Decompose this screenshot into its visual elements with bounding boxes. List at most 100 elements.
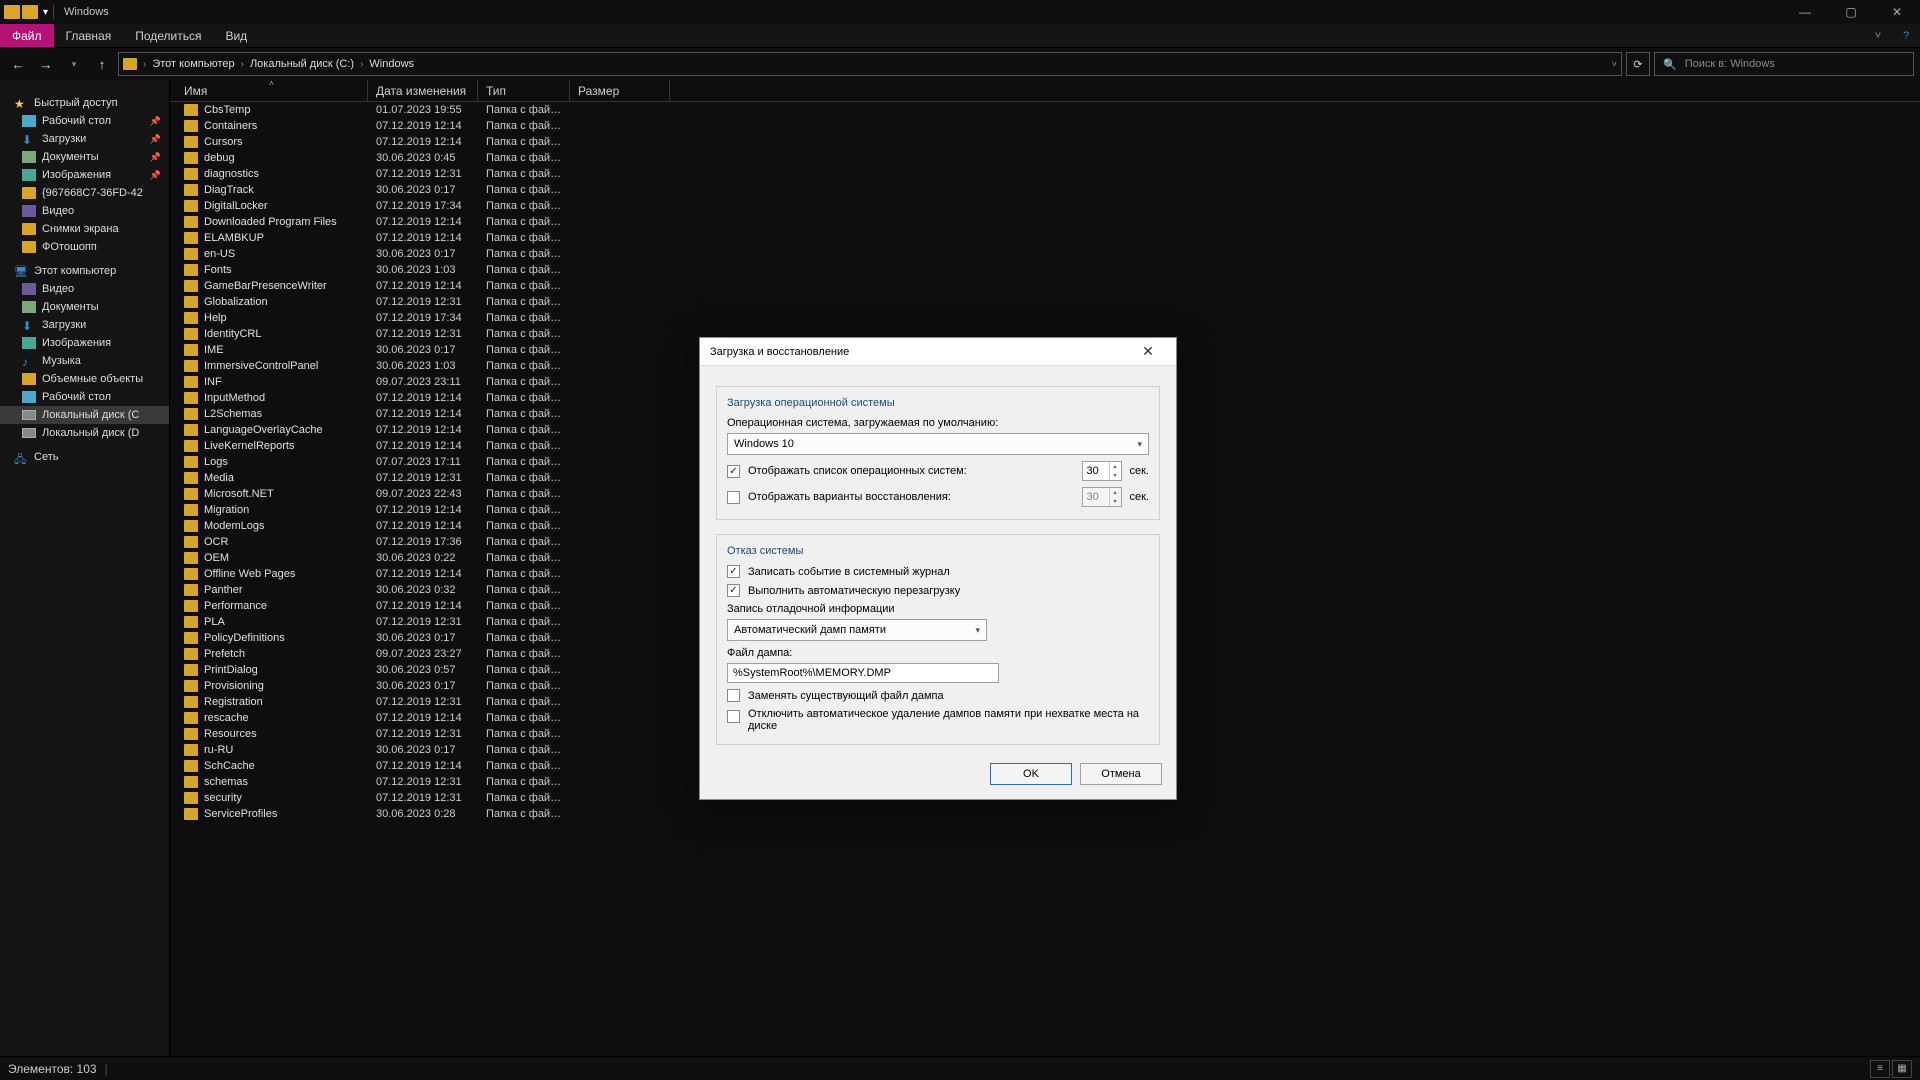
dl-icon: ⬇ (22, 133, 36, 145)
dump-file-label: Файл дампа: (727, 647, 792, 659)
ribbon-expand-icon[interactable]: ˅ (1864, 24, 1892, 47)
sidebar-item[interactable]: ♪Музыка (0, 352, 169, 370)
table-row[interactable]: debug30.06.2023 0:45Папка с файлами (170, 150, 1920, 166)
column-name[interactable]: ˄Имя (176, 80, 368, 101)
folder-icon (184, 440, 198, 452)
sidebar-item[interactable]: ⬇Загрузки (0, 316, 169, 334)
folder-icon (4, 5, 20, 19)
sidebar-item[interactable]: Видео (0, 280, 169, 298)
table-row[interactable]: en-US30.06.2023 0:17Папка с файлами (170, 246, 1920, 262)
breadcrumb[interactable]: Этот компьютер (152, 58, 234, 70)
sidebar-item[interactable]: Рабочий стол (0, 388, 169, 406)
folder-icon (184, 472, 198, 484)
icons-view-button[interactable]: ▦ (1892, 1060, 1912, 1078)
tab-home[interactable]: Главная (54, 24, 124, 47)
qat-dropdown-icon[interactable]: ▾ (40, 7, 51, 18)
maximize-button[interactable]: ▢ (1828, 0, 1874, 24)
sidebar-item[interactable]: ФОтошопп (0, 238, 169, 256)
sidebar-item[interactable]: Изображения📌 (0, 166, 169, 184)
folder-icon (184, 168, 198, 180)
refresh-button[interactable]: ⟳ (1626, 52, 1650, 76)
overwrite-dump-checkbox[interactable] (727, 689, 740, 702)
folder-icon (184, 360, 198, 372)
sidebar-item[interactable]: Объемные объекты (0, 370, 169, 388)
auto-restart-checkbox[interactable]: ✓ (727, 584, 740, 597)
breadcrumb[interactable]: Локальный диск (C:) (250, 58, 354, 70)
sidebar-item[interactable]: Локальный диск (C (0, 406, 169, 424)
default-os-select[interactable]: Windows 10 ▾ (727, 433, 1149, 455)
folder-icon (184, 312, 198, 324)
pin-icon: 📌 (150, 152, 161, 163)
cancel-button[interactable]: Отмена (1080, 763, 1162, 785)
chevron-down-icon: ▾ (975, 625, 980, 636)
forward-button[interactable]: → (34, 52, 58, 76)
sidebar-quick-access[interactable]: ★Быстрый доступ (0, 94, 169, 112)
chevron-down-icon[interactable]: ˅ (1612, 59, 1617, 69)
sidebar-item[interactable]: {967668C7-36FD-42 (0, 184, 169, 202)
folder-icon (184, 632, 198, 644)
sidebar-item[interactable]: Снимки экрана (0, 220, 169, 238)
folder-icon (184, 584, 198, 596)
table-row[interactable]: GameBarPresenceWriter07.12.2019 12:14Пап… (170, 278, 1920, 294)
table-row[interactable]: ELAMBKUP07.12.2019 12:14Папка с файлами (170, 230, 1920, 246)
table-row[interactable]: Fonts30.06.2023 1:03Папка с файлами (170, 262, 1920, 278)
folder-icon (184, 376, 198, 388)
tab-view[interactable]: Вид (213, 24, 259, 47)
folder-icon (184, 344, 198, 356)
window-title: Windows (54, 6, 109, 18)
table-row[interactable]: CbsTemp01.07.2023 19:55Папка с файлами (170, 102, 1920, 118)
table-row[interactable]: Downloaded Program Files07.12.2019 12:14… (170, 214, 1920, 230)
minimize-button[interactable]: — (1782, 0, 1828, 24)
recent-dropdown[interactable]: ▾ (62, 52, 86, 76)
music-icon: ♪ (22, 355, 36, 367)
show-recovery-checkbox[interactable] (727, 491, 740, 504)
sidebar-network[interactable]: 🖧Сеть (0, 448, 169, 466)
column-date[interactable]: Дата изменения (368, 80, 478, 101)
pin-icon: 📌 (150, 170, 161, 181)
navbar: ← → ▾ ↑ › Этот компьютер › Локальный дис… (0, 48, 1920, 80)
sidebar-item[interactable]: Рабочий стол📌 (0, 112, 169, 130)
debug-info-select[interactable]: Автоматический дамп памяти ▾ (727, 619, 987, 641)
tab-file[interactable]: Файл (0, 24, 54, 47)
table-row[interactable]: Cursors07.12.2019 12:14Папка с файлами (170, 134, 1920, 150)
column-type[interactable]: Тип (478, 80, 570, 101)
sidebar-item[interactable]: Документы (0, 298, 169, 316)
ok-button[interactable]: OK (990, 763, 1072, 785)
sidebar-item[interactable]: Изображения (0, 334, 169, 352)
search-input[interactable]: 🔍 Поиск в: Windows (1654, 52, 1914, 76)
sidebar-item[interactable]: Документы📌 (0, 148, 169, 166)
column-size[interactable]: Размер (570, 80, 670, 101)
up-button[interactable]: ↑ (90, 52, 114, 76)
folder-icon (184, 808, 198, 820)
sidebar-item[interactable]: Видео (0, 202, 169, 220)
show-os-list-checkbox[interactable]: ✓ (727, 465, 740, 478)
folder-icon (184, 744, 198, 756)
back-button[interactable]: ← (6, 52, 30, 76)
table-row[interactable]: DiagTrack30.06.2023 0:17Папка с файлами (170, 182, 1920, 198)
table-row[interactable]: Containers07.12.2019 12:14Папка с файлам… (170, 118, 1920, 134)
dialog-close-button[interactable]: ✕ (1130, 338, 1166, 366)
table-row[interactable]: diagnostics07.12.2019 12:31Папка с файла… (170, 166, 1920, 182)
write-log-checkbox[interactable]: ✓ (727, 565, 740, 578)
sidebar-this-pc[interactable]: 🖥Этот компьютер (0, 262, 169, 280)
close-button[interactable]: ✕ (1874, 0, 1920, 24)
table-row[interactable]: DigitalLocker07.12.2019 17:34Папка с фай… (170, 198, 1920, 214)
os-list-seconds-input[interactable]: 30▴▾ (1082, 461, 1122, 481)
folder-icon (184, 728, 198, 740)
drive-icon (22, 410, 36, 420)
sidebar-item[interactable]: ⬇Загрузки📌 (0, 130, 169, 148)
sidebar-item[interactable]: Локальный диск (D (0, 424, 169, 442)
dump-file-input[interactable]: %SystemRoot%\MEMORY.DMP (727, 663, 999, 683)
group-failure: Отказ системы (727, 545, 1149, 557)
folder-icon (184, 232, 198, 244)
disable-auto-delete-checkbox[interactable] (727, 710, 740, 723)
breadcrumb[interactable]: Windows (369, 58, 414, 70)
help-icon[interactable]: ? (1892, 24, 1920, 47)
address-bar[interactable]: › Этот компьютер › Локальный диск (C:) ›… (118, 52, 1622, 76)
pc-icon: 🖥 (14, 265, 28, 277)
table-row[interactable]: Help07.12.2019 17:34Папка с файлами (170, 310, 1920, 326)
details-view-button[interactable]: ≡ (1870, 1060, 1890, 1078)
table-row[interactable]: ServiceProfiles30.06.2023 0:28Папка с фа… (170, 806, 1920, 822)
table-row[interactable]: Globalization07.12.2019 12:31Папка с фай… (170, 294, 1920, 310)
tab-share[interactable]: Поделиться (123, 24, 213, 47)
